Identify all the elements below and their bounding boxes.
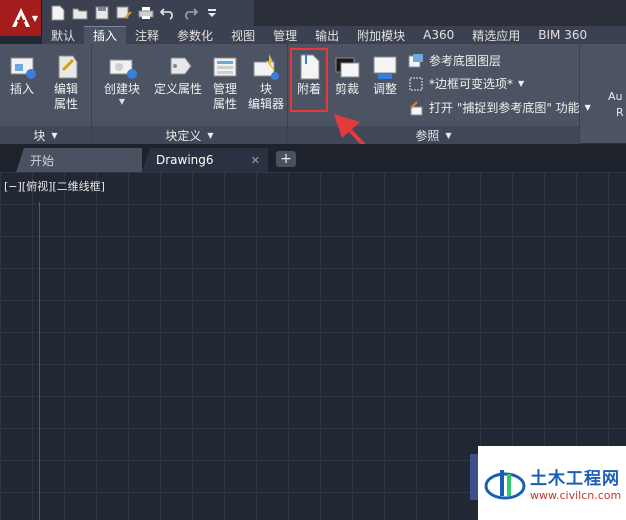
adjust-icon	[370, 52, 400, 82]
autocad-logo-icon	[11, 8, 30, 27]
watermark-logo-icon	[484, 470, 526, 500]
tab-bim360[interactable]: BIM 360	[529, 26, 596, 44]
tab-a360[interactable]: A360	[414, 26, 463, 44]
overflow-label-1: Au	[608, 90, 623, 103]
tab-featured-apps[interactable]: 精选应用	[463, 26, 529, 44]
insert-button[interactable]: 插入	[4, 52, 40, 97]
new-tab-button[interactable]: +	[276, 151, 296, 167]
new-file-icon[interactable]	[48, 3, 68, 23]
clip-icon	[332, 52, 362, 82]
adjust-button[interactable]: 调整	[368, 52, 402, 97]
panel-expand-arrow-icon: ▼	[207, 130, 214, 140]
frame-option-dropdown[interactable]: *边框可变选项* ▼	[408, 75, 524, 92]
block-editor-icon	[251, 52, 281, 82]
panel-expand-arrow-icon: ▼	[445, 130, 452, 140]
define-attribute-icon	[163, 52, 193, 82]
tab-view[interactable]: 视图	[222, 26, 264, 44]
define-attribute-label: 定义属性	[153, 82, 202, 96]
create-block-button[interactable]: 创建块 ▼	[100, 52, 144, 106]
define-attribute-button[interactable]: 定义属性	[152, 52, 204, 97]
overflow-panel[interactable]: Au R	[580, 44, 626, 144]
open-folder-icon[interactable]	[70, 3, 90, 23]
block-definition-panel: 创建块 ▼ 定义属性 管理 属性 块 编辑器 块定义 ▼	[92, 44, 288, 144]
block-editor-label: 块 编辑器	[247, 82, 284, 111]
file-tabs-bar: 开始 Drawing6 ✕ +	[0, 144, 626, 172]
tab-output[interactable]: 输出	[306, 26, 348, 44]
insert-block-icon	[7, 52, 37, 82]
redo-icon[interactable]	[180, 3, 200, 23]
create-block-dropdown-icon[interactable]: ▼	[119, 97, 125, 106]
watermark-url: www.civilcn.com	[530, 489, 622, 502]
watermark-title: 土木工程网	[530, 469, 620, 489]
tab-insert[interactable]: 插入	[84, 26, 127, 44]
tab-manage[interactable]: 管理	[264, 26, 306, 44]
clip-label: 剪裁	[334, 82, 359, 96]
y-axis-line	[39, 202, 40, 520]
navigation-bar[interactable]	[470, 454, 478, 500]
manage-attributes-button[interactable]: 管理 属性	[208, 52, 242, 112]
watermark: 土木工程网 www.civilcn.com	[478, 446, 626, 520]
close-icon[interactable]: ✕	[251, 154, 260, 167]
create-block-label: 创建块	[103, 82, 140, 96]
customize-qat-icon[interactable]	[202, 3, 222, 23]
file-tab-drawing6[interactable]: Drawing6 ✕	[142, 148, 268, 172]
block-panel-title[interactable]: 块 ▼	[0, 126, 91, 144]
save-icon[interactable]	[92, 3, 112, 23]
edit-attribute-label: 编辑 属性	[53, 82, 78, 111]
quick-access-toolbar	[42, 0, 254, 26]
overflow-label-2: R	[616, 106, 624, 119]
clip-button[interactable]: 剪裁	[330, 52, 364, 97]
edit-attribute-button[interactable]: 编辑 属性	[44, 52, 88, 112]
tab-default[interactable]: 默认	[42, 26, 84, 44]
block-editor-button[interactable]: 块 编辑器	[246, 52, 286, 112]
panel-expand-arrow-icon: ▼	[51, 130, 58, 140]
block-panel: 插入 编辑 属性 块 ▼	[0, 44, 92, 144]
snap-to-underlay-button[interactable]: 打开 "捕捉到参考底图" 功能 ▼	[408, 99, 591, 116]
edit-attribute-icon	[51, 52, 81, 82]
ribbon-tab-row: 默认 插入 注释 参数化 视图 管理 输出 附加模块 A360 精选应用 BIM…	[42, 26, 626, 44]
create-block-icon	[107, 52, 137, 82]
underlay-layers-icon	[408, 53, 423, 67]
save-as-icon[interactable]	[114, 3, 134, 23]
adjust-label: 调整	[372, 82, 397, 96]
file-tab-start[interactable]: 开始	[16, 148, 142, 172]
block-definition-panel-title[interactable]: 块定义 ▼	[92, 126, 287, 144]
frame-icon	[409, 77, 423, 90]
tab-annotate[interactable]: 注释	[126, 26, 168, 44]
undo-icon[interactable]	[158, 3, 178, 23]
frame-option-caret-icon: ▼	[518, 79, 525, 88]
viewport-controls[interactable]: [−][俯视][二维线框]	[4, 178, 105, 194]
tab-parametric[interactable]: 参数化	[168, 26, 222, 44]
attach-highlight-box	[290, 48, 328, 112]
title-bar	[254, 0, 626, 26]
manage-attributes-label: 管理 属性	[212, 82, 237, 111]
underlay-layers-button[interactable]: 参考底图图层	[408, 52, 501, 69]
insert-label: 插入	[9, 82, 34, 96]
app-menu-caret-icon: ▼	[31, 14, 38, 23]
application-menu-button[interactable]: ▼	[0, 0, 42, 36]
manage-attributes-icon	[210, 52, 240, 82]
print-icon[interactable]	[136, 3, 156, 23]
tab-addins[interactable]: 附加模块	[348, 26, 414, 44]
